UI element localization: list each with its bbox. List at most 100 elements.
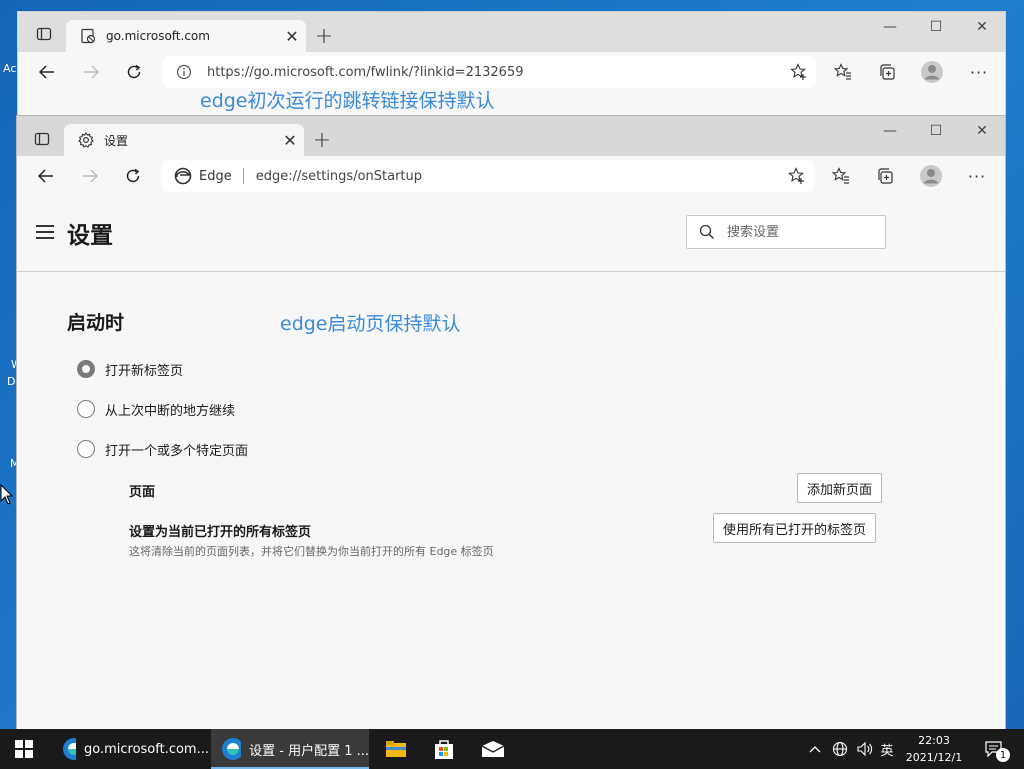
settings-content: 启动时 打开新标签页 从上次中断的地方继续 打开一个或多个特定页面 页面 添加新… (17, 272, 1005, 730)
avatar (920, 165, 942, 187)
taskbar-app-go-microsoft[interactable]: go.microsoft.com... (52, 729, 209, 769)
forward-arrow-icon (83, 169, 98, 183)
favorites-icon (832, 167, 849, 184)
start-button[interactable] (0, 729, 48, 769)
close-window-icon[interactable]: ✕ (959, 12, 1005, 42)
ime-indicator[interactable]: 英 (877, 729, 897, 769)
use-open-tabs-button[interactable]: 使用所有已打开的标签页 (713, 513, 877, 543)
back-button[interactable] (32, 58, 62, 86)
forward-button[interactable] (75, 162, 105, 190)
page-title: 设置 (67, 223, 113, 249)
network-globe-icon[interactable] (830, 729, 850, 769)
favorites-button[interactable] (826, 162, 856, 190)
volume-icon[interactable] (854, 729, 876, 769)
settings-search[interactable] (686, 215, 886, 249)
search-input[interactable] (725, 223, 869, 241)
taskbar-app-settings[interactable]: 设置 - 用户配置 1 ... (211, 729, 369, 769)
back-button[interactable] (31, 162, 61, 190)
refresh-icon (126, 168, 140, 183)
new-tab-button[interactable]: + (310, 22, 338, 50)
window-controls: — ☐ ✕ (867, 12, 1005, 42)
minimize-icon[interactable]: — (867, 116, 913, 146)
taskbar: go.microsoft.com... 设置 - 用户配置 1 ... 英 22… (0, 729, 1024, 769)
taskbar-app-label: 设置 - 用户配置 1 ... (249, 743, 369, 759)
profile-button[interactable] (917, 58, 947, 86)
back-arrow-icon (38, 169, 53, 183)
maximize-icon[interactable]: ☐ (913, 12, 959, 42)
back-arrow-icon (39, 65, 54, 79)
option-new-tab[interactable]: 打开新标签页 (77, 358, 183, 380)
add-favorite-icon[interactable] (790, 63, 808, 85)
profile-button[interactable] (916, 162, 946, 190)
info-icon[interactable] (176, 64, 192, 80)
annotation-top: edge初次运行的跳转链接保持默认 (200, 90, 495, 112)
notification-center-icon[interactable]: 1 (979, 729, 1010, 769)
address-bar[interactable]: https://go.microsoft.com/fwlink/?linkid=… (163, 56, 816, 88)
option-label: 从上次中断的地方继续 (105, 403, 236, 419)
annotation-startup: edge启动页保持默认 (280, 313, 461, 335)
address-url[interactable]: https://go.microsoft.com/fwlink/?linkid=… (207, 65, 524, 80)
menu-icon[interactable] (36, 225, 54, 239)
option-specific-pages[interactable]: 打开一个或多个特定页面 (77, 438, 248, 460)
close-tab-icon[interactable]: ✕ (276, 131, 304, 150)
minimize-icon[interactable]: — (867, 12, 913, 42)
edge-icon (63, 738, 76, 760)
radio-button[interactable] (77, 400, 95, 418)
tab-actions-button[interactable] (28, 125, 56, 153)
notification-badge: 1 (996, 748, 1010, 762)
mail-button[interactable] (472, 729, 514, 769)
option-label: 打开一个或多个特定页面 (105, 443, 249, 459)
browser-window-settings[interactable]: 设置 ✕ + — ☐ ✕ Edge edge://settings/onStar… (16, 115, 1006, 730)
favorites-icon (834, 63, 851, 80)
tab-actions-icon (34, 132, 50, 146)
refresh-button[interactable] (119, 58, 149, 86)
more-menu-button[interactable]: ··· (964, 58, 994, 86)
tab-actions-button[interactable] (30, 20, 58, 48)
collections-button[interactable] (872, 58, 902, 86)
tab-title: go.microsoft.com (106, 29, 210, 43)
forward-button[interactable] (76, 58, 106, 86)
use-open-tabs-description: 这将清除当前的页面列表，并将它们替换为你当前打开的所有 Edge 标签页 (129, 545, 494, 558)
tab-settings[interactable]: 设置 ✕ (64, 124, 304, 156)
radio-button[interactable] (77, 360, 95, 378)
address-divider (242, 168, 244, 184)
mail-icon (481, 741, 505, 757)
tab-strip: go.microsoft.com ✕ + — ☐ ✕ (18, 12, 1005, 52)
more-menu-button[interactable]: ··· (962, 162, 992, 190)
mouse-cursor-icon (0, 484, 14, 505)
desktop-icon-label[interactable]: Ac (3, 62, 16, 75)
tab-title: 设置 (104, 133, 129, 148)
browser-toolbar: Edge edge://settings/onStartup ··· (17, 156, 1005, 196)
add-page-button[interactable]: 添加新页面 (797, 473, 883, 503)
show-hidden-icons-icon[interactable] (806, 729, 824, 769)
settings-header: 设置 (17, 196, 1005, 272)
file-explorer-button[interactable] (375, 729, 417, 769)
search-icon (699, 224, 714, 239)
add-favorite-icon[interactable] (788, 167, 806, 189)
refresh-icon (127, 64, 141, 79)
desktop-icon-label[interactable]: D (7, 375, 15, 388)
maximize-icon[interactable]: ☐ (913, 116, 959, 146)
browser-toolbar: https://go.microsoft.com/fwlink/?linkid=… (18, 52, 1005, 92)
collections-button[interactable] (870, 162, 900, 190)
option-continue[interactable]: 从上次中断的地方继续 (77, 398, 235, 420)
edge-logo-icon (174, 167, 192, 185)
store-icon (435, 740, 453, 759)
clock[interactable]: 22:03 2021/12/1 (896, 732, 972, 766)
tab-go-microsoft[interactable]: go.microsoft.com ✕ (66, 20, 306, 52)
favorites-button[interactable] (828, 58, 858, 86)
close-window-icon[interactable]: ✕ (959, 116, 1005, 146)
folder-icon (386, 741, 406, 757)
close-tab-icon[interactable]: ✕ (278, 27, 306, 46)
site-label: Edge (199, 168, 232, 184)
new-tab-button[interactable]: + (308, 126, 336, 154)
clock-time: 22:03 (918, 734, 950, 747)
browser-window-background[interactable]: go.microsoft.com ✕ + — ☐ ✕ https://go.mi… (17, 11, 1006, 121)
address-url[interactable]: edge://settings/onStartup (256, 169, 422, 184)
radio-button[interactable] (77, 440, 95, 458)
store-button[interactable] (423, 729, 465, 769)
collections-icon (878, 168, 893, 184)
refresh-button[interactable] (118, 162, 148, 190)
address-bar[interactable]: Edge edge://settings/onStartup (162, 160, 814, 192)
option-label: 打开新标签页 (105, 363, 184, 379)
